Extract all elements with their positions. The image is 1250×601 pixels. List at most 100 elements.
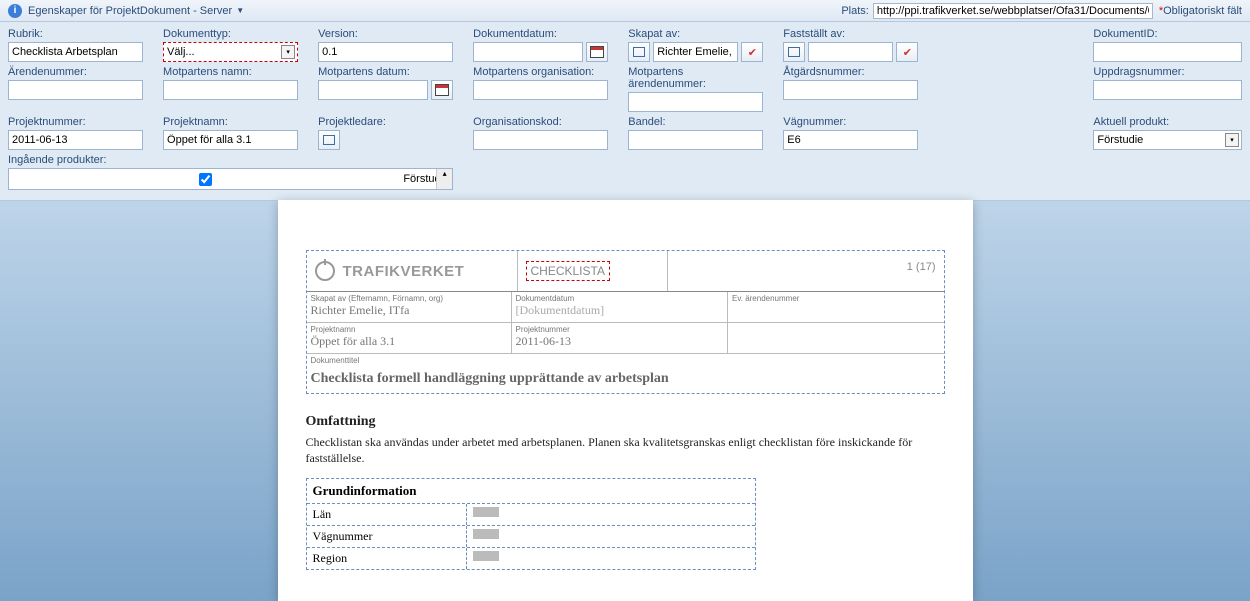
input-organisationskod[interactable]	[477, 134, 604, 146]
grund-label: Län	[307, 504, 467, 525]
field-motpartens-arende: Motpartens ärendenummer:	[628, 66, 763, 112]
lbl-pnamn: Projektnamn	[311, 325, 507, 334]
input-projektnummer[interactable]	[12, 134, 139, 146]
val-titel: Checklista formell handläggning upprätta…	[307, 365, 944, 393]
label-skapat-av: Skapat av:	[628, 28, 763, 40]
field-organisationskod: Organisationskod:	[473, 116, 608, 150]
header-title: Egenskaper för ProjektDokument - Server	[28, 5, 232, 17]
val-pnr: 2011-06-13	[516, 334, 724, 349]
grundinfo-table: Grundinformation Län Vägnummer Region	[306, 478, 756, 570]
location-input[interactable]	[873, 3, 1153, 19]
label-projektnamn: Projektnamn:	[163, 116, 298, 128]
input-atgardsnummer[interactable]	[787, 84, 914, 96]
book-icon[interactable]	[783, 42, 805, 62]
input-vagnummer[interactable]	[787, 134, 914, 146]
label-motpartens-arende: Motpartens ärendenummer:	[628, 66, 763, 90]
chevron-down-icon[interactable]: ▼	[236, 6, 244, 15]
brand-name: TRAFIKVERKET	[343, 263, 465, 280]
label-dokumentdatum: Dokumentdatum:	[473, 28, 608, 40]
grund-label: Region	[307, 548, 467, 569]
field-projektledare: Projektledare:	[318, 116, 453, 150]
chevron-down-icon[interactable]: ▾	[1225, 133, 1239, 147]
lbl-pnr: Projektnummer	[516, 325, 724, 334]
label-dokumentid: DokumentID:	[1093, 28, 1242, 40]
select-aktuell-produkt[interactable]	[1097, 134, 1238, 146]
grund-label: Vägnummer	[307, 526, 467, 547]
info-icon: i	[8, 4, 22, 18]
lbl-evnr: Ev. ärendenummer	[732, 294, 940, 303]
label-rubrik: Rubrik:	[8, 28, 143, 40]
input-rubrik[interactable]	[12, 46, 139, 58]
user-check-icon[interactable]: ✔	[896, 42, 918, 62]
grund-heading: Grundinformation	[307, 479, 755, 504]
placeholder-icon	[473, 551, 499, 561]
input-bandel[interactable]	[632, 134, 759, 146]
input-motpartens-datum[interactable]	[322, 84, 424, 96]
field-atgardsnummer: Åtgärdsnummer:	[783, 66, 918, 112]
document-page: TRAFIKVERKET CHECKLISTA 1 (17) Skapat av…	[278, 200, 973, 601]
input-uppdragsnummer[interactable]	[1097, 84, 1238, 96]
label-organisationskod: Organisationskod:	[473, 116, 608, 128]
label-vagnummer: Vägnummer:	[783, 116, 918, 128]
brand-cell: TRAFIKVERKET	[307, 251, 517, 291]
lbl-skapat: Skapat av (Efternamn, Förnamn, org)	[311, 294, 507, 303]
input-faststallt-av[interactable]	[812, 46, 889, 58]
input-projektnamn[interactable]	[167, 134, 294, 146]
properties-header: i Egenskaper för ProjektDokument - Serve…	[0, 0, 1250, 22]
lbl-titel: Dokumenttitel	[307, 354, 944, 365]
label-uppdragsnummer: Uppdragsnummer:	[1093, 66, 1242, 78]
input-dokumentid[interactable]	[1097, 46, 1238, 58]
placeholder-icon	[473, 507, 499, 517]
chevron-down-icon[interactable]: ▾	[281, 45, 295, 59]
field-arendenummer: Ärendenummer:	[8, 66, 143, 112]
field-bandel: Bandel:	[628, 116, 763, 150]
field-motpartens-datum: Motpartens datum:	[318, 66, 453, 112]
calendar-icon[interactable]	[431, 80, 453, 100]
field-dokumentdatum: Dokumentdatum:	[473, 28, 608, 62]
field-projektnummer: Projektnummer:	[8, 116, 143, 150]
field-uppdragsnummer: Uppdragsnummer:	[1093, 66, 1242, 112]
val-skapat: Richter Emelie, ITfa	[311, 303, 507, 318]
input-dokumentdatum[interactable]	[477, 46, 579, 58]
label-projektledare: Projektledare:	[318, 116, 453, 128]
input-motpartens-org[interactable]	[477, 84, 604, 96]
input-motpartens-arende[interactable]	[632, 96, 759, 108]
label-atgardsnummer: Åtgärdsnummer:	[783, 66, 918, 78]
field-dokumenttyp: Dokumenttyp: ▾	[163, 28, 298, 62]
val-pnamn: Öppet för alla 3.1	[311, 334, 507, 349]
label-aktuell-produkt: Aktuell produkt:	[1093, 116, 1242, 128]
field-spacer-r1	[938, 28, 1073, 62]
label-faststallt-av: Fastställt av:	[783, 28, 918, 40]
field-aktuell-produkt: Aktuell produkt: ▾	[1093, 116, 1242, 150]
input-skapat-av[interactable]	[657, 46, 734, 58]
label-ingaende: Ingående produkter:	[8, 154, 453, 166]
field-rubrik: Rubrik:	[8, 28, 143, 62]
doc-type-box: CHECKLISTA	[526, 261, 610, 281]
label-motpartens-datum: Motpartens datum:	[318, 66, 453, 78]
field-faststallt-av: Fastställt av: ✔	[783, 28, 918, 62]
trafikverket-logo-icon	[315, 261, 335, 281]
input-version[interactable]	[322, 46, 449, 58]
select-dokumenttyp[interactable]	[167, 46, 294, 58]
check-forstudie[interactable]	[12, 173, 399, 186]
user-check-icon[interactable]: ✔	[741, 42, 763, 62]
book-icon[interactable]	[318, 130, 340, 150]
field-motpartens-namn: Motpartens namn:	[163, 66, 298, 112]
scroll-up-icon[interactable]: ▴	[436, 169, 452, 189]
required-label: Obligatoriskt fält	[1163, 5, 1242, 17]
table-row: Region	[307, 548, 755, 569]
input-motpartens-namn[interactable]	[167, 84, 294, 96]
omfattning-text: Checklistan ska användas under arbetet m…	[306, 434, 945, 466]
field-skapat-av: Skapat av: ✔	[628, 28, 763, 62]
field-projektnamn: Projektnamn:	[163, 116, 298, 150]
label-dokumenttyp: Dokumenttyp:	[163, 28, 298, 40]
book-icon[interactable]	[628, 42, 650, 62]
lbl-ddatum: Dokumentdatum	[516, 294, 724, 303]
section-omfattning: Omfattning	[306, 414, 945, 430]
grund-value	[467, 504, 755, 525]
doc-header-table: TRAFIKVERKET CHECKLISTA 1 (17) Skapat av…	[306, 250, 945, 394]
location-label: Plats:	[841, 5, 869, 17]
field-dokumentid: DokumentID:	[1093, 28, 1242, 62]
calendar-icon[interactable]	[586, 42, 608, 62]
input-arendenummer[interactable]	[12, 84, 139, 96]
